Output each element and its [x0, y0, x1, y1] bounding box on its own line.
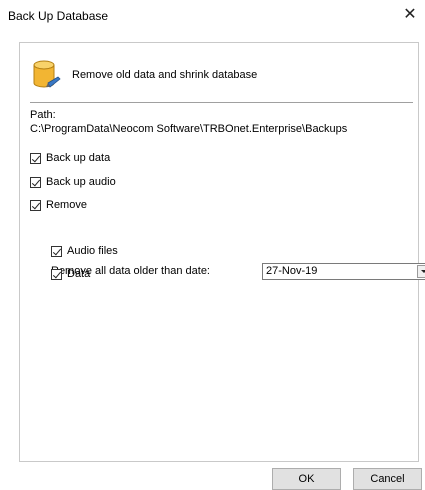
audio-files-checkbox[interactable]: [51, 245, 62, 257]
window-title: Back Up Database: [8, 9, 109, 23]
title-bar: Back Up Database: [0, 0, 425, 30]
remove-option[interactable]: Remove: [30, 199, 87, 211]
ok-button[interactable]: OK: [272, 468, 341, 490]
backup-audio-option[interactable]: Back up audio: [30, 176, 116, 188]
data-label: Data: [67, 268, 91, 280]
path-label: Path:: [30, 109, 56, 121]
data-option[interactable]: Data: [51, 268, 90, 280]
cancel-button[interactable]: Cancel: [353, 468, 422, 490]
backup-data-label: Back up data: [46, 152, 111, 164]
remove-checkbox[interactable]: [30, 199, 41, 211]
backup-data-checkbox[interactable]: [30, 152, 41, 164]
remove-label: Remove: [46, 199, 87, 211]
separator: [30, 102, 413, 103]
dialog-content: Remove old data and shrink database Path…: [19, 42, 425, 462]
database-icon: [33, 60, 61, 88]
path-value: C:\ProgramData\Neocom Software\TRBOnet.E…: [30, 123, 348, 135]
close-icon[interactable]: [395, 0, 425, 30]
audio-files-label: Audio files: [67, 245, 118, 257]
dialog-subtitle: Remove old data and shrink database: [72, 69, 258, 81]
data-checkbox[interactable]: [51, 268, 62, 280]
backup-dialog: Back Up Database Remove old data and shr…: [0, 0, 425, 490]
date-picker[interactable]: 27-Nov-19: [262, 263, 425, 280]
backup-audio-checkbox[interactable]: [30, 176, 41, 188]
chevron-down-icon[interactable]: [417, 265, 425, 278]
date-value: 27-Nov-19: [266, 265, 318, 277]
backup-audio-label: Back up audio: [46, 176, 116, 188]
audio-files-option[interactable]: Audio files: [51, 245, 118, 257]
backup-data-option[interactable]: Back up data: [30, 152, 110, 164]
